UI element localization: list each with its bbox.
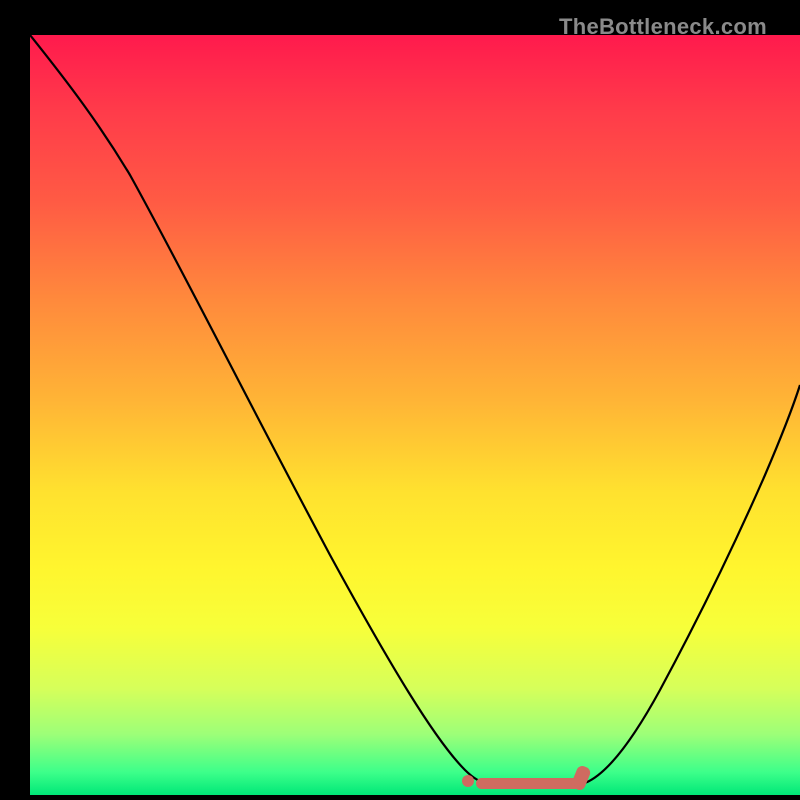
chart-plot-area	[30, 35, 800, 795]
valley-start-dot	[462, 775, 474, 787]
chart-frame: TheBottleneck.com	[15, 10, 785, 785]
bottleneck-curve	[30, 35, 800, 795]
valley-highlight-bar	[476, 778, 580, 789]
